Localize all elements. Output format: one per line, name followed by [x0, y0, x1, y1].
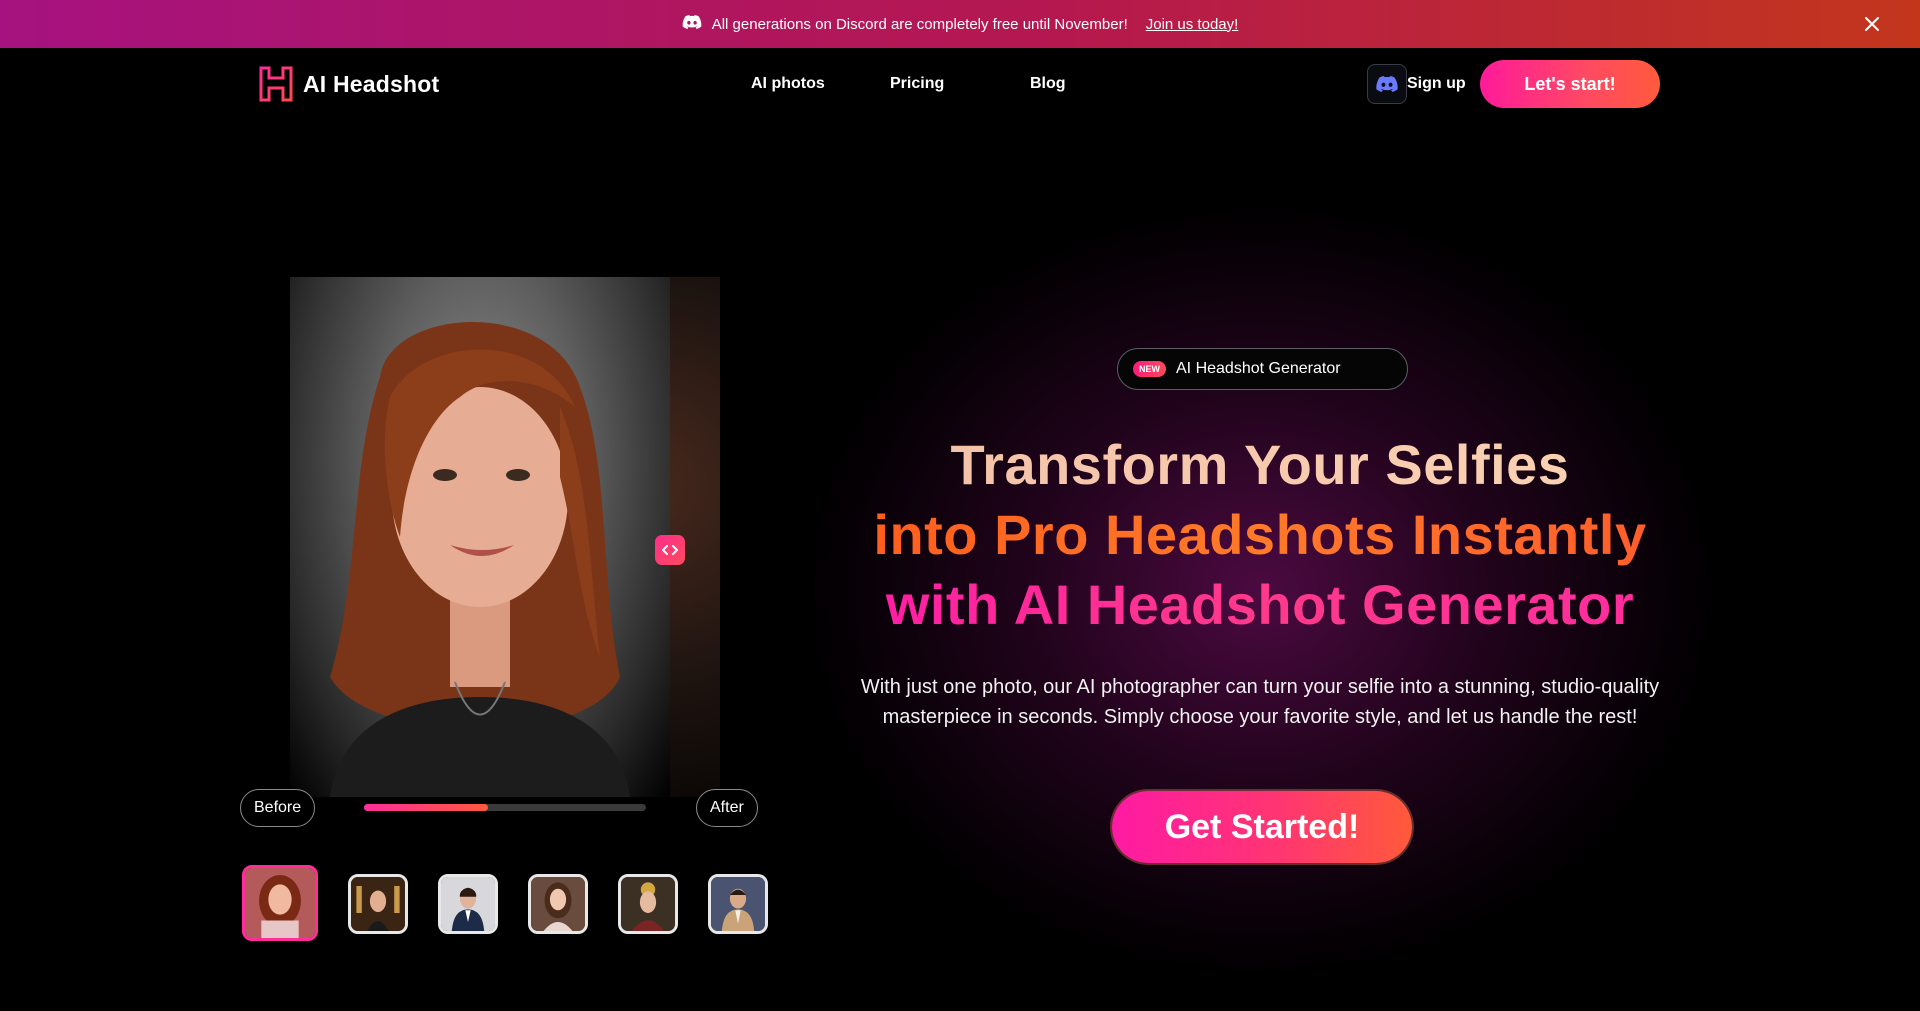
- announcement-text: All generations on Discord are completel…: [711, 15, 1128, 33]
- badge-label: AI Headshot Generator: [1176, 360, 1341, 377]
- thumbnail-3[interactable]: [438, 874, 498, 934]
- thumbnail-5[interactable]: [618, 874, 678, 934]
- before-image: [290, 277, 670, 797]
- logo-text: AI Headshot: [303, 70, 440, 97]
- discord-icon: [682, 15, 702, 33]
- before-label[interactable]: Before: [240, 789, 316, 827]
- nav-ai-photos[interactable]: AI photos: [751, 75, 825, 93]
- logo-mark-icon: [259, 66, 293, 102]
- nav-blog[interactable]: Blog: [1030, 75, 1066, 93]
- hero-subtitle: With just one photo, our AI photographer…: [860, 676, 1660, 728]
- new-feature-badge: NEW AI Headshot Generator: [1117, 348, 1408, 390]
- signup-link[interactable]: Sign up: [1407, 75, 1466, 93]
- close-icon[interactable]: [1862, 14, 1882, 34]
- join-discord-link[interactable]: Join us today!: [1146, 16, 1239, 33]
- thumbnail-1[interactable]: [242, 865, 318, 941]
- before-after-comparison[interactable]: [290, 277, 720, 797]
- discord-button[interactable]: [1367, 64, 1407, 104]
- get-started-button[interactable]: Get Started!: [1112, 791, 1412, 863]
- site-header: AI Headshot AI photos Pricing Blog Sign …: [0, 48, 1920, 120]
- headline-line-1: Transform Your Selfies: [820, 432, 1700, 497]
- thumbnail-6[interactable]: [708, 874, 768, 934]
- new-tag: NEW: [1133, 361, 1166, 377]
- comparison-progress: [364, 804, 646, 811]
- nav-pricing[interactable]: Pricing: [890, 75, 944, 93]
- headline-line-3: with AI Headshot Generator: [820, 572, 1700, 637]
- lets-start-button[interactable]: Let's start!: [1480, 60, 1660, 108]
- comparison-progress-fill: [364, 804, 489, 811]
- thumbnail-4[interactable]: [528, 874, 588, 934]
- logo[interactable]: AI Headshot: [259, 66, 439, 102]
- announcement-bar: All generations on Discord are completel…: [0, 0, 1920, 48]
- after-label[interactable]: After: [696, 789, 758, 827]
- thumbnail-2[interactable]: [348, 874, 408, 934]
- discord-icon: [1376, 76, 1398, 92]
- comparison-slider-handle[interactable]: [655, 535, 685, 565]
- headline-line-2: into Pro Headshots Instantly: [820, 502, 1700, 567]
- arrows-left-right-icon: [662, 545, 678, 555]
